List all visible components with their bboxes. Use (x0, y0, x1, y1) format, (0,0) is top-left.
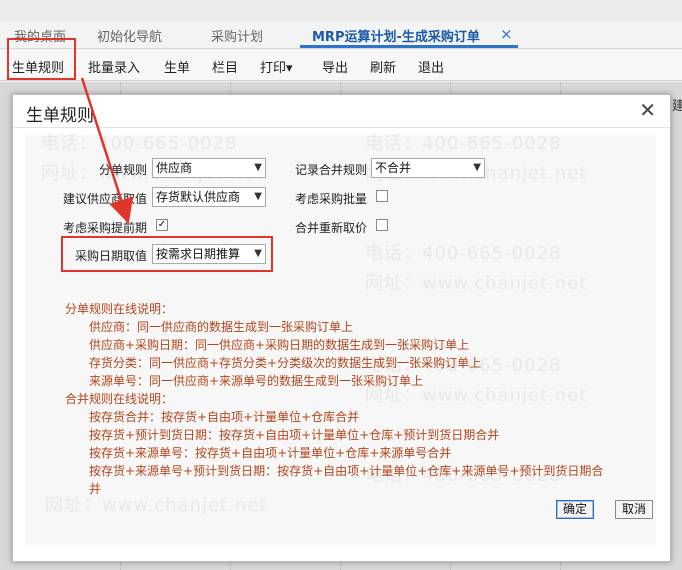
dialog-header: 生单规则 ✕ (13, 95, 670, 128)
grid-header-fragment: 建 (672, 99, 682, 114)
consider-batch-label: 考虑采购批量 (294, 192, 367, 206)
batch-entry-button[interactable]: 批量录入 (88, 57, 140, 76)
cancel-button[interactable]: 取消 (615, 500, 653, 519)
consider-lead-checkbox[interactable]: ✓ (156, 219, 168, 231)
help-line: 供应商+采购日期：同一供应商+采购日期的数据生成到一张采购订单上 (89, 338, 470, 352)
help-line: 按存货+来源单号+预计到货日期：按存货+自由项+计量单位+仓库+来源单号+预计到… (89, 464, 604, 478)
help-line: 按存货+预计到货日期：按存货+自由项+计量单位+仓库+预计到货日期合并 (89, 428, 500, 442)
split-rule-value: 供应商 (156, 161, 193, 175)
merge-rule-label: 记录合并规则 (294, 163, 367, 177)
print-button[interactable]: 打印▾ (260, 57, 293, 76)
tab-purchase-plan[interactable]: 采购计划 (211, 26, 263, 45)
help-line: 来源单号：同一供应商+来源单号的数据生成到一张采购订单上 (89, 374, 424, 388)
consider-batch-checkbox[interactable] (376, 190, 388, 202)
chevron-down-icon: ▾ (286, 61, 293, 76)
split-rule-dialog: 生单规则 ✕ 电话：400-665-0028 网址：www.chanjet.ne… (12, 94, 671, 562)
watermark-phone: 电话：400-665-0028 (365, 133, 562, 154)
supplier-label: 建议供应商取值 (62, 192, 147, 206)
purchase-date-highlight (61, 236, 273, 272)
chevron-down-icon: ▼ (473, 162, 481, 173)
help-line: 按存货+来源单号：按存货+自由项+计量单位+仓库+来源单号合并 (89, 446, 452, 460)
export-button[interactable]: 导出 (322, 57, 348, 76)
consider-lead-label: 考虑采购提前期 (62, 221, 147, 235)
split-rule-highlight (7, 38, 76, 80)
tab-mrp-generate-po[interactable]: MRP运算计划-生成采购订单 (312, 26, 480, 45)
generate-button[interactable]: 生单 (164, 57, 190, 76)
help-line: 按存货合并：按存货+自由项+计量单位+仓库合并 (89, 410, 360, 424)
merge-reprice-label: 合并重新取价 (294, 221, 367, 235)
help-line: 并 (89, 482, 102, 496)
chevron-down-icon: ▼ (254, 162, 262, 173)
merge-rule-help-heading: 合并规则在线说明： (65, 392, 174, 406)
chevron-down-icon: ▼ (254, 191, 262, 202)
columns-button[interactable]: 栏目 (212, 57, 238, 76)
help-line: 供应商：同一供应商的数据生成到一张采购订单上 (89, 320, 354, 334)
print-label: 打印 (260, 61, 287, 76)
active-tab-indicator (300, 45, 518, 48)
dialog-title: 生单规则 (26, 106, 94, 126)
split-rule-label: 分单规则 (98, 163, 147, 177)
help-line: 存货分类：同一供应商+存货分类+分类级次的数据生成到一张采购订单上 (89, 356, 482, 370)
watermark-phone: 电话：400-665-0028 (41, 133, 238, 154)
ok-button[interactable]: 确定 (556, 500, 594, 519)
refresh-button[interactable]: 刷新 (370, 57, 396, 76)
supplier-select[interactable]: 存货默认供应商 ▼ (152, 187, 266, 207)
watermark-site: 网址：www.chanjet.net (365, 273, 588, 294)
merge-reprice-checkbox[interactable] (376, 219, 388, 231)
tab-close-icon[interactable]: × (500, 25, 513, 43)
dialog-body: 电话：400-665-0028 网址：www.chanjet.net 电话：40… (25, 133, 656, 545)
exit-button[interactable]: 退出 (418, 57, 444, 76)
watermark-site: 网址：www.chanjet.net (45, 495, 268, 516)
tab-init-nav[interactable]: 初始化导航 (97, 26, 162, 45)
split-rule-select[interactable]: 供应商 ▼ (152, 158, 266, 178)
supplier-value: 存货默认供应商 (156, 190, 241, 204)
toolbar: 生单规则 批量录入 生单 栏目 打印▾ 导出 刷新 退出 (0, 50, 682, 81)
top-strip (0, 0, 682, 22)
merge-rule-select[interactable]: 不合并 ▼ (371, 158, 485, 178)
merge-rule-value: 不合并 (375, 161, 412, 175)
split-rule-help-heading: 分单规则在线说明： (65, 302, 174, 316)
close-icon[interactable]: ✕ (639, 98, 656, 122)
watermark-phone: 电话：400-665-0028 (365, 243, 562, 264)
